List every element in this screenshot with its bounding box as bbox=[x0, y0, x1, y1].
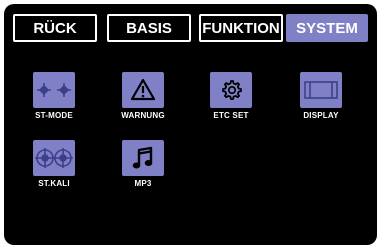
tab-basis[interactable]: BASIS bbox=[107, 14, 191, 42]
stick-mode-icon bbox=[33, 72, 75, 108]
app-display-label: DISPLAY bbox=[303, 111, 339, 120]
tab-rueck-label: RÜCK bbox=[33, 19, 77, 37]
app-st-mode-label: ST-MODE bbox=[35, 111, 73, 120]
stick-calibration-icon bbox=[33, 140, 75, 176]
gear-icon bbox=[210, 72, 252, 108]
app-st-kali-label: ST.KALI bbox=[38, 179, 70, 188]
app-warnung-label: WARNUNG bbox=[121, 111, 165, 120]
app-mp3[interactable]: MP3 bbox=[115, 140, 171, 188]
tab-system-label: SYSTEM bbox=[296, 19, 358, 37]
app-etc-set-label: ETC SET bbox=[213, 111, 249, 120]
app-st-kali[interactable]: ST.KALI bbox=[26, 140, 82, 188]
tab-system[interactable]: SYSTEM bbox=[286, 14, 368, 42]
app-display[interactable]: DISPLAY bbox=[293, 72, 349, 120]
system-menu-screen: RÜCK BASIS FUNKTION SYSTEM ST-MODE WARNU… bbox=[4, 4, 377, 245]
music-note-icon bbox=[122, 140, 164, 176]
warning-icon bbox=[122, 72, 164, 108]
tab-rueck[interactable]: RÜCK bbox=[13, 14, 97, 42]
display-icon bbox=[300, 72, 342, 108]
tab-funktion-label: FUNKTION bbox=[202, 19, 280, 37]
app-warnung[interactable]: WARNUNG bbox=[115, 72, 171, 120]
app-st-mode[interactable]: ST-MODE bbox=[26, 72, 82, 120]
app-mp3-label: MP3 bbox=[134, 179, 152, 188]
app-etc-set[interactable]: ETC SET bbox=[203, 72, 259, 120]
tab-funktion[interactable]: FUNKTION bbox=[199, 14, 283, 42]
tab-basis-label: BASIS bbox=[126, 19, 172, 37]
